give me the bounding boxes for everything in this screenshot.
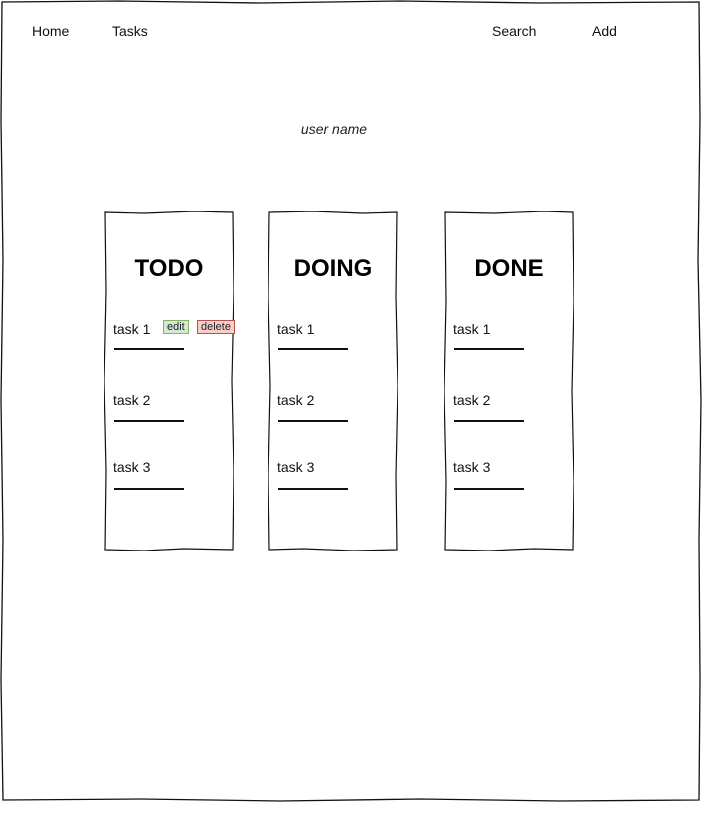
nav-tasks[interactable]: Tasks (112, 23, 148, 39)
task-label: task 2 (113, 392, 151, 408)
nav-search[interactable]: Search (492, 23, 536, 39)
task-label: task 1 (113, 321, 151, 337)
task-underline (278, 348, 348, 350)
nav-home[interactable]: Home (32, 23, 69, 39)
column-todo: TODO task 1 edit delete task 2 task 3 (104, 211, 235, 551)
task-label: task 3 (453, 459, 491, 475)
task-label: task 3 (113, 459, 151, 475)
nav-add[interactable]: Add (592, 23, 617, 39)
column-title: TODO (134, 255, 204, 282)
task-underline (278, 488, 348, 490)
column-title: DOING (293, 255, 373, 282)
column-doing: DOING task 1 task 2 task 3 (268, 211, 398, 551)
task-label: task 2 (277, 392, 315, 408)
task-label: task 2 (453, 392, 491, 408)
column-title: DONE (474, 255, 544, 282)
task-underline (114, 488, 184, 490)
task-underline (114, 348, 184, 350)
task-underline (454, 348, 524, 350)
task-label: task 3 (277, 459, 315, 475)
task-underline (454, 420, 524, 422)
delete-button[interactable]: delete (197, 320, 235, 334)
task-label: task 1 (453, 321, 491, 337)
task-underline (454, 488, 524, 490)
task-underline (114, 420, 184, 422)
edit-button[interactable]: edit (163, 320, 189, 334)
task-underline (278, 420, 348, 422)
column-done: DONE task 1 task 2 task 3 (444, 211, 574, 551)
user-name: user name (300, 121, 368, 137)
task-label: task 1 (277, 321, 315, 337)
